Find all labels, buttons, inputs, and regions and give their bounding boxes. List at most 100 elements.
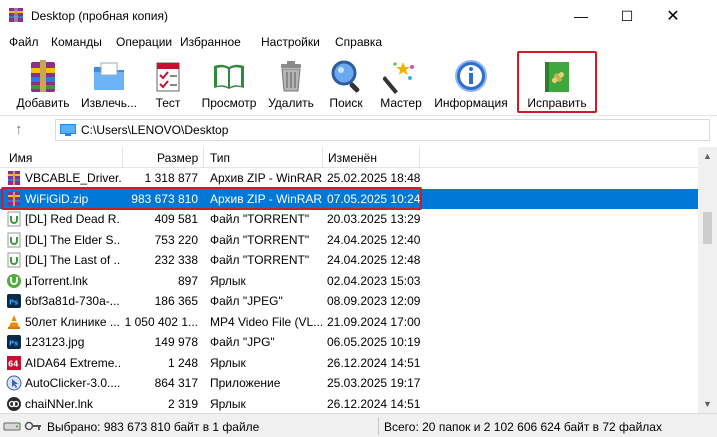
file-type: Файл "TORRENT": [210, 253, 310, 267]
scroll-down-icon[interactable]: ▼: [703, 399, 712, 409]
file-modified: 24.04.2025 12:40: [327, 232, 421, 247]
search-magnifier-icon: [331, 60, 360, 93]
file-row[interactable]: [DL] Red Dead R... 409 581 Файл "TORRENT" 2…: [0, 209, 698, 230]
view-book-icon: [214, 64, 244, 89]
column-divider[interactable]: [419, 147, 420, 167]
file-modified: 25.02.2025 18:48: [327, 171, 421, 185]
menu-bar: Файл Команды Операции Избранное Настройк…: [0, 32, 717, 52]
file-type: Файл "JPG": [210, 335, 275, 349]
test-checklist-icon: [156, 62, 180, 92]
menu-commands[interactable]: Команды: [51, 35, 102, 49]
autoclicker-icon: [6, 375, 22, 391]
file-type: Файл "JPEG": [210, 294, 283, 308]
file-type: Ярлык: [210, 273, 246, 288]
file-size: 1 050 402 1...: [124, 314, 198, 329]
status-total: Всего: 20 папок и 2 102 606 624 байт в 7…: [384, 420, 662, 434]
photoshop-icon: Ps: [7, 294, 21, 308]
menu-file[interactable]: Файл: [9, 35, 39, 49]
file-name: VBCABLE_Driver...: [25, 171, 121, 185]
desktop-icon: [60, 124, 76, 136]
file-name: 6bf3a81d-730a-...: [25, 294, 120, 308]
file-size: 186 365: [154, 294, 198, 308]
column-type[interactable]: Тип: [210, 151, 230, 165]
file-row[interactable]: 50лет Клинике ... 1 050 402 1... MP4 Video…: [0, 312, 698, 333]
file-row[interactable]: 64 AIDA64 Extreme... 1 248 Ярлык 26.12.2024 …: [0, 353, 698, 374]
aida64-icon: 64: [7, 355, 21, 370]
file-row[interactable]: [DL] The Elder S... 753 220 Файл "TORRENT"…: [0, 230, 698, 251]
file-name: 123123.jpg: [25, 335, 85, 349]
file-modified: 20.03.2025 13:29: [327, 212, 421, 226]
winrar-add-icon: [31, 60, 55, 92]
file-type: MP4 Video File (VL...: [210, 314, 322, 329]
up-folder-icon[interactable]: ↑: [15, 121, 23, 138]
test-button[interactable]: Тест: [142, 54, 194, 114]
status-divider: [378, 417, 379, 435]
file-row[interactable]: chaiNNer.lnk 2 319 Ярлык 26.12.2024 14:51: [0, 394, 698, 414]
file-row[interactable]: AutoClicker-3.0.... 864 317 Приложение 25.0…: [0, 373, 698, 394]
menu-settings[interactable]: Настройки: [261, 35, 320, 49]
wizard-button[interactable]: Мастер: [374, 54, 428, 114]
column-name[interactable]: Имя: [9, 151, 32, 165]
drive-icon[interactable]: [3, 420, 21, 432]
scroll-up-icon[interactable]: ▲: [703, 151, 712, 161]
file-size: 149 978: [154, 335, 198, 349]
column-divider[interactable]: [122, 147, 123, 167]
file-row[interactable]: Ps 6bf3a81d-730a-... 186 365 Файл "JPEG" 08.…: [0, 291, 698, 312]
extract-button[interactable]: Извлечь...: [76, 54, 142, 114]
file-size: 897: [177, 273, 198, 288]
status-bar: Выбрано: 983 673 810 байт в 1 файле Всег…: [0, 413, 717, 437]
extract-folder-icon: [94, 62, 124, 90]
column-divider[interactable]: [203, 147, 204, 167]
title-bar: Desktop (пробная копия) — ☐ ✕: [0, 0, 717, 32]
minimize-icon: —: [574, 8, 588, 24]
file-modified: 25.03.2025 19:17: [327, 376, 421, 390]
file-name: AIDA64 Extreme...: [25, 355, 121, 370]
file-type: Архив ZIP - WinRAR: [210, 171, 322, 185]
file-name: AutoClicker-3.0....: [25, 376, 121, 390]
delete-button[interactable]: Удалить: [264, 54, 318, 114]
file-row[interactable]: Ps 123123.jpg 149 978 Файл "JPG" 06.05.2025 …: [0, 332, 698, 353]
selected-file-highlight: [1, 187, 422, 210]
close-icon: ✕: [666, 8, 680, 25]
file-name: [DL] The Elder S...: [25, 232, 121, 247]
svg-text:Ps: Ps: [9, 299, 18, 307]
column-size[interactable]: Размер: [157, 151, 198, 165]
maximize-button[interactable]: ☐: [604, 0, 650, 32]
file-modified: 26.12.2024 14:51: [327, 396, 421, 411]
file-modified: 26.12.2024 14:51: [327, 355, 421, 370]
key-icon[interactable]: [24, 420, 42, 432]
path-text: C:\Users\LENOVO\Desktop: [81, 123, 229, 137]
column-modified[interactable]: Изменён: [328, 151, 377, 165]
minimize-button[interactable]: —: [558, 0, 604, 32]
file-row[interactable]: VBCABLE_Driver... 1 318 877 Архив ZIP - Wi…: [0, 168, 698, 189]
file-row[interactable]: [DL] The Last of ... 232 338 Файл "TORRENT…: [0, 250, 698, 271]
trash-icon: [281, 61, 301, 92]
find-button[interactable]: Поиск: [320, 54, 372, 114]
menu-operations[interactable]: Операции: [116, 35, 172, 49]
menu-help[interactable]: Справка: [335, 35, 382, 49]
file-name: 50лет Клинике ...: [25, 314, 120, 329]
close-button[interactable]: ✕: [650, 0, 696, 32]
column-header: Имя Размер Тип Изменён: [0, 147, 698, 168]
vlc-icon: [8, 314, 20, 329]
menu-favorites[interactable]: Избранное: [180, 35, 241, 49]
winrar-app-icon[interactable]: [8, 7, 24, 23]
repair-button-highlight: [517, 51, 597, 113]
status-selected: Выбрано: 983 673 810 байт в 1 файле: [47, 420, 260, 434]
file-size: 1 318 877: [144, 171, 198, 185]
file-modified: 21.09.2024 17:00: [327, 314, 421, 329]
column-divider[interactable]: [322, 147, 323, 167]
add-button[interactable]: Добавить: [10, 54, 76, 114]
scroll-thumb[interactable]: [703, 212, 712, 244]
file-row[interactable]: µTorrent.lnk 897 Ярлык 02.04.2023 15:03: [0, 271, 698, 292]
torrent-file-icon: [7, 232, 21, 247]
file-name: [DL] The Last of ...: [25, 253, 121, 267]
address-bar: ↑ C:\Users\LENOVO\Desktop: [0, 117, 717, 143]
path-field[interactable]: C:\Users\LENOVO\Desktop: [55, 119, 710, 141]
chainner-icon: [7, 396, 21, 411]
file-size: 409 581: [154, 212, 198, 226]
file-type: Файл "TORRENT": [210, 212, 310, 226]
vertical-scrollbar[interactable]: ▲ ▼: [698, 147, 717, 413]
info-button[interactable]: Информация: [430, 54, 512, 114]
view-button[interactable]: Просмотр: [196, 54, 262, 114]
